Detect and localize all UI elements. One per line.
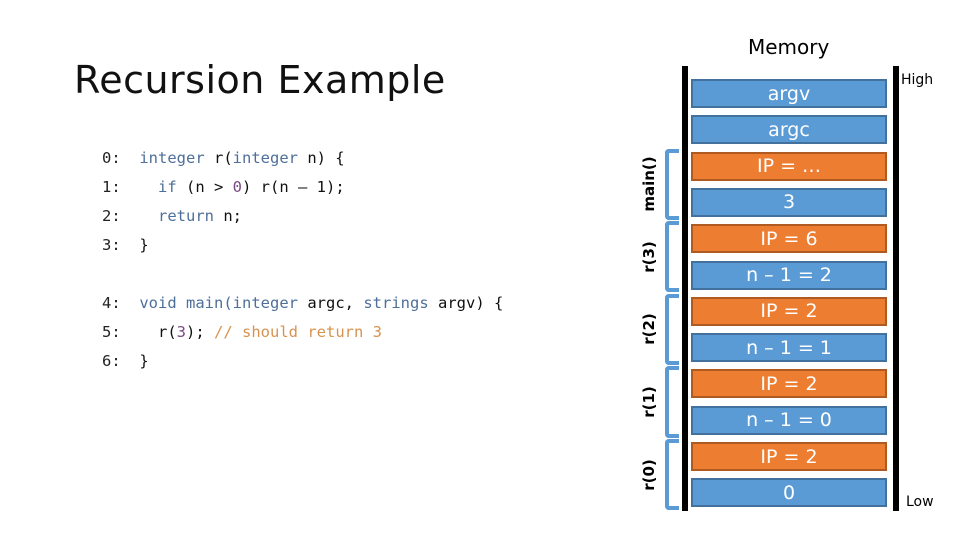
code-text: argv) { xyxy=(428,294,504,312)
line-number: 0: xyxy=(102,149,140,167)
high-address-label: High xyxy=(901,72,934,88)
code-text: r( xyxy=(204,149,233,167)
code-keyword: integer xyxy=(139,149,205,167)
memory-cell-instruction-pointer: IP = … xyxy=(691,151,887,181)
memory-cell-value: n – 1 = 0 xyxy=(691,405,887,435)
stack-frame-label: r(3) xyxy=(640,241,658,273)
stack-frame-bracket xyxy=(665,366,679,438)
stack-frame-bracket xyxy=(665,439,679,511)
code-line: 3: } xyxy=(102,231,345,260)
line-number: 1: xyxy=(102,178,140,196)
code-number: 0 xyxy=(232,178,243,196)
code-text: n) { xyxy=(297,149,345,167)
code-line: 2: return n; xyxy=(102,202,345,231)
line-number: 4: xyxy=(102,294,140,312)
stack-frame-label: r(0) xyxy=(640,458,658,491)
code-text: ) r(n – 1); xyxy=(242,178,345,196)
low-address-label: Low xyxy=(906,494,934,510)
code-keyword: return xyxy=(158,207,214,225)
memory-cell-value: n – 1 = 2 xyxy=(691,260,887,290)
memory-cell-value: argc xyxy=(691,115,887,145)
code-comment: // should return 3 xyxy=(214,323,382,341)
memory-right-border xyxy=(893,66,899,511)
code-text: n; xyxy=(214,207,242,225)
code-keyword: if xyxy=(158,178,177,196)
memory-cell-value: n – 1 = 1 xyxy=(691,333,887,363)
memory-left-border xyxy=(682,66,688,511)
stack-frame-label: r(2) xyxy=(640,313,658,346)
code-keyword: integer xyxy=(232,149,298,167)
code-block-main-function: 4: void main(integer argc, strings argv)… xyxy=(102,289,503,376)
code-line: 0: integer r(integer n) { xyxy=(102,144,345,173)
memory-cell-instruction-pointer: IP = 2 xyxy=(691,442,887,471)
code-keyword: main( xyxy=(186,294,233,312)
memory-cell-instruction-pointer: IP = 6 xyxy=(691,224,887,254)
code-text: } xyxy=(139,352,149,370)
code-line: 6: } xyxy=(102,347,503,376)
memory-cell-value: 0 xyxy=(691,478,887,508)
code-text: (n > xyxy=(176,178,233,196)
stack-frame-bracket xyxy=(665,148,679,220)
code-keyword: integer xyxy=(232,294,298,312)
memory-cell-value: 3 xyxy=(691,187,887,217)
code-text: r( xyxy=(139,323,177,341)
stack-frame-label: r(1) xyxy=(640,386,658,418)
memory-cell-instruction-pointer: IP = 2 xyxy=(691,296,887,326)
stack-frame-label: main() xyxy=(640,156,658,212)
code-line: 1: if (n > 0) r(n – 1); xyxy=(102,173,345,202)
code-line: 4: void main(integer argc, strings argv)… xyxy=(102,289,503,318)
memory-cell-instruction-pointer: IP = 2 xyxy=(691,369,887,399)
stack-frame-bracket xyxy=(665,293,679,366)
line-number: 5: xyxy=(102,323,140,341)
code-block-r-function: 0: integer r(integer n) {1: if (n > 0) r… xyxy=(102,144,345,260)
line-number: 2: xyxy=(102,207,140,225)
memory-cell-value: argv xyxy=(691,79,887,108)
code-text: ); xyxy=(186,323,214,341)
stack-frame-bracket xyxy=(665,221,679,293)
code-keyword: strings xyxy=(363,294,429,312)
code-line: 5: r(3); // should return 3 xyxy=(102,318,503,347)
line-number: 3: xyxy=(102,236,140,254)
memory-title: Memory xyxy=(748,35,830,59)
code-text: argc, xyxy=(298,294,364,312)
code-number: 3 xyxy=(176,323,186,341)
code-keyword: void xyxy=(139,294,177,312)
line-number: 6: xyxy=(102,352,140,370)
slide-title: Recursion Example xyxy=(74,58,446,102)
code-text: } xyxy=(139,236,149,254)
